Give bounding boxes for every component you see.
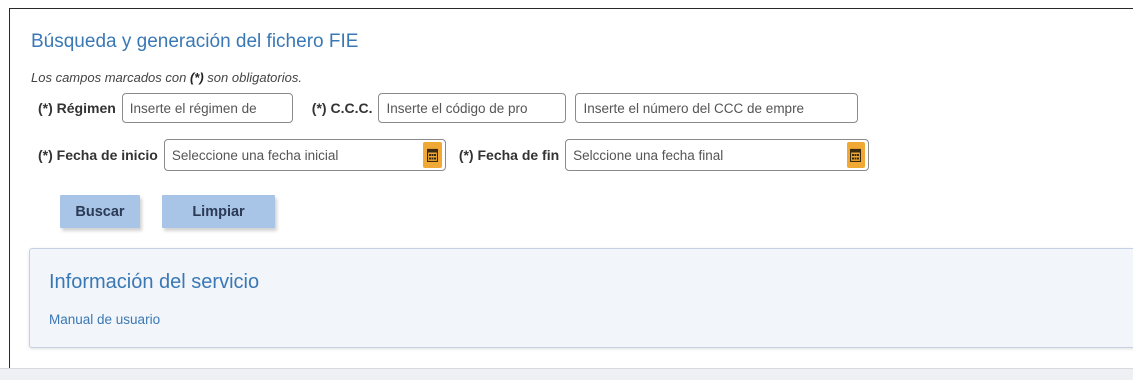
bottom-strip bbox=[0, 368, 1133, 380]
form-row-dates: (*) Fecha de inicio (*) Fecha de fin bbox=[38, 138, 870, 172]
regimen-input[interactable] bbox=[121, 93, 293, 123]
fecha-inicio-input[interactable] bbox=[164, 140, 424, 170]
form-row-regimen-ccc: (*) Régimen (*) C.C.C. bbox=[38, 92, 859, 124]
required-fields-note: Los campos marcados con (*) son obligato… bbox=[31, 70, 302, 85]
fecha-fin-field bbox=[565, 139, 870, 171]
fecha-inicio-label: (*) Fecha de inicio bbox=[38, 147, 158, 163]
calendar-icon[interactable] bbox=[846, 142, 866, 168]
regimen-label: (*) Régimen bbox=[38, 100, 116, 116]
required-note-prefix: Los campos marcados con bbox=[31, 70, 190, 85]
calendar-icon bbox=[850, 148, 862, 162]
info-panel-title: Información del servicio bbox=[49, 271, 260, 293]
ccc-code-input[interactable] bbox=[378, 93, 567, 123]
fecha-inicio-field bbox=[163, 139, 446, 171]
fecha-fin-input[interactable] bbox=[566, 140, 847, 170]
info-panel: Información del servicio Manual de usuar… bbox=[29, 248, 1133, 348]
required-note-suffix: son obligatorios. bbox=[203, 70, 302, 85]
buscar-button[interactable]: Buscar bbox=[60, 195, 140, 228]
fecha-fin-label: (*) Fecha de fin bbox=[458, 147, 560, 163]
page-title: Búsqueda y generación del fichero FIE bbox=[31, 31, 359, 52]
calendar-icon bbox=[427, 148, 439, 162]
required-note-mark: (*) bbox=[189, 70, 204, 85]
calendar-icon[interactable] bbox=[423, 142, 442, 168]
limpiar-button[interactable]: Limpiar bbox=[162, 195, 275, 228]
ccc-number-input[interactable] bbox=[575, 93, 859, 123]
ccc-label: (*) C.C.C. bbox=[311, 100, 373, 116]
user-manual-link[interactable]: Manual de usuario bbox=[49, 312, 160, 327]
